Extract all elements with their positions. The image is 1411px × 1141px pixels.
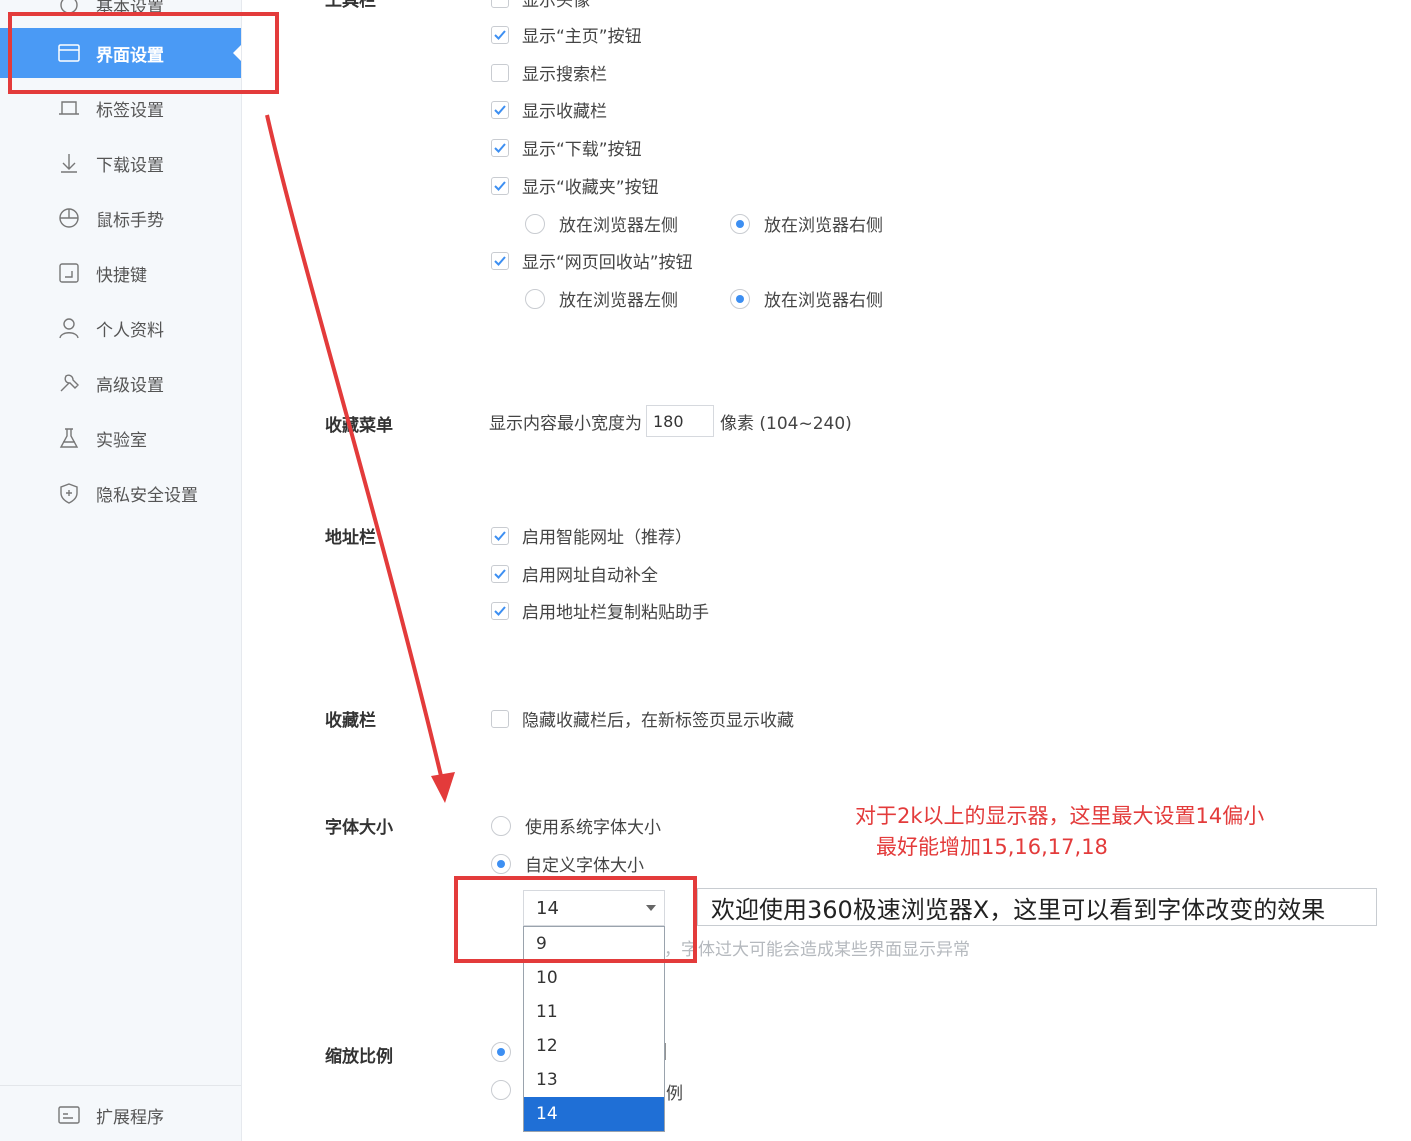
annotation-arrow — [265, 114, 455, 803]
